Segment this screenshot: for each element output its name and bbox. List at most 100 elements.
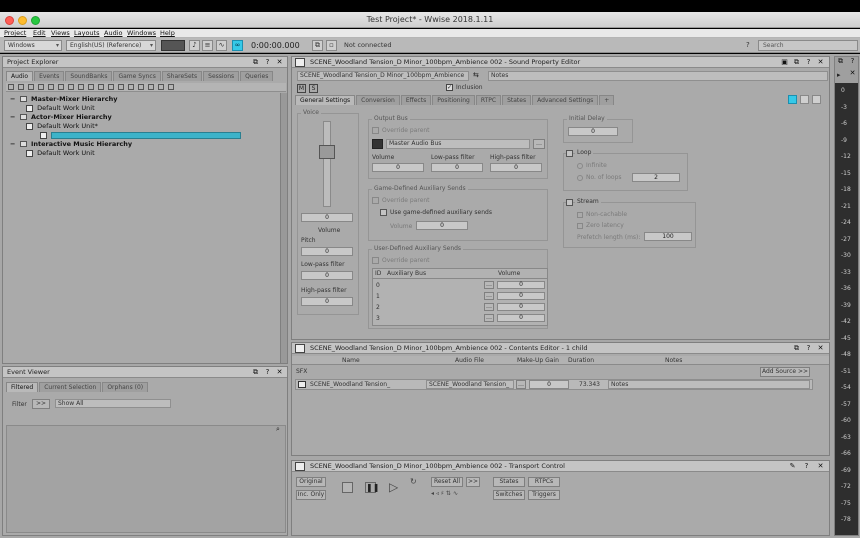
tab-conversion[interactable]: Conversion [356,95,400,105]
tab-events[interactable]: Events [34,71,65,81]
tab-rtpc[interactable]: RTPC [475,95,502,105]
panel-help-icon[interactable]: ? [263,58,272,67]
panel-help-icon[interactable]: ? [802,462,811,471]
aux-bus-icon[interactable] [158,84,164,90]
aux-browse-button[interactable]: … [484,314,494,322]
non-cachable-checkbox[interactable] [577,212,583,218]
aux-browse-button[interactable]: … [484,281,494,289]
meter-settings-icon[interactable]: ▸ [837,71,841,79]
audio-bus-icon[interactable] [148,84,154,90]
tab-positioning[interactable]: Positioning [432,95,475,105]
tab-general-settings[interactable]: General Settings [295,95,356,105]
loop-infinite-radio[interactable] [577,163,583,169]
layout-three-icon[interactable] [812,95,821,104]
soundcaster-icon[interactable]: ♪ [189,40,200,51]
menu-help[interactable]: Help [160,29,175,38]
random-container-icon[interactable] [38,84,44,90]
tab-sharesets[interactable]: ShareSets [161,71,203,81]
capture-link-icon[interactable]: ∞ [232,40,243,51]
aux-volume-value[interactable]: 0 [497,314,545,322]
pause-button[interactable]: ❚❚ [365,482,379,493]
col-notes[interactable]: Notes [665,357,682,364]
collapse-icon[interactable]: − [10,140,15,148]
panel-close-icon[interactable]: ✕ [275,368,284,377]
initial-delay-value[interactable]: 0 [568,127,618,136]
voice-lpf-value[interactable]: 0 [301,271,353,280]
tree-item-interactive-music[interactable]: − Interactive Music Hierarchy [8,140,286,149]
game-aux-override-checkbox[interactable] [372,197,379,204]
panel-help-icon[interactable]: ? [848,57,857,66]
switch-container-icon[interactable] [58,84,64,90]
col-audio-file[interactable]: Audio File [455,357,484,364]
aux-volume-value[interactable]: 0 [497,292,545,300]
tree-item-actor-mixer-work-unit[interactable]: Default Work Unit* [8,122,286,131]
tree-item-interactive-music-work-unit[interactable]: Default Work Unit [8,149,286,158]
output-hpf-value[interactable]: 0 [490,163,542,172]
music-playlist-icon[interactable] [118,84,124,90]
menu-project[interactable]: Project [4,29,26,38]
tab-add[interactable]: + [599,95,615,105]
folder-icon[interactable] [88,84,94,90]
panel-close-icon[interactable]: ✕ [275,58,284,67]
output-lpf-value[interactable]: 0 [431,163,483,172]
panel-help-icon[interactable]: ? [804,58,813,67]
menu-audio[interactable]: Audio [104,29,122,38]
remote-connect-icon[interactable]: ⧉ [312,40,323,51]
layout-dropdown[interactable]: Windows [4,40,62,51]
transport-effect-icons[interactable]: ◂◃♯⇅∿ [431,490,460,497]
triggers-button[interactable]: Triggers [528,490,560,500]
menu-views[interactable]: Views [51,29,70,38]
actor-mixer-icon[interactable] [78,84,84,90]
more-button[interactable]: >> [466,477,480,487]
panel-help-icon[interactable]: ? [804,344,813,353]
float-icon[interactable]: ⧉ [251,368,260,377]
output-bus-field[interactable]: Master Audio Bus [386,139,530,149]
original-button[interactable]: Original [296,477,326,487]
tree-item-actor-mixer[interactable]: − Actor-Mixer Hierarchy [8,113,286,122]
panel-close-icon[interactable]: ✕ [848,69,857,78]
menu-windows[interactable]: Windows [127,29,156,38]
new-object-icon[interactable] [8,84,14,90]
inc-only-button[interactable]: Inc. Only [296,490,326,500]
output-bus-browse-button[interactable]: … [533,139,545,149]
tree-item-master-mixer-work-unit[interactable]: Default Work Unit [8,104,286,113]
loop-count-value[interactable]: 2 [632,173,680,182]
tab-game-syncs[interactable]: Game Syncs [113,71,161,81]
float-icon[interactable]: ⧉ [792,344,801,353]
filter-input[interactable]: Show All [55,399,171,408]
layout-two-icon[interactable] [800,95,809,104]
menu-layouts[interactable]: Layouts [74,29,99,38]
output-override-checkbox[interactable] [372,127,379,134]
tab-filtered[interactable]: Filtered [6,382,39,392]
stop-button[interactable] [342,482,353,493]
loop-checkbox[interactable] [566,150,573,157]
output-volume-value[interactable]: 0 [372,163,424,172]
lock-icon[interactable]: ▣ [780,58,789,67]
tab-queries[interactable]: Queries [240,71,274,81]
tab-effects[interactable]: Effects [400,95,432,105]
mute-toggle[interactable]: M [297,84,306,93]
find-icon[interactable] [168,84,174,90]
content-row[interactable]: SCENE_Woodland Tension_ SCENE_Woodland T… [295,379,813,390]
share-icon[interactable]: ⇆ [473,71,479,79]
panel-close-icon[interactable]: ✕ [816,344,825,353]
game-aux-volume-value[interactable]: 0 [416,221,468,230]
inclusion-checkbox[interactable]: ✓ [446,84,453,91]
voice-volume-slider[interactable] [323,121,331,207]
pitch-value[interactable]: 0 [301,247,353,256]
search-icon[interactable]: ⌕ [276,425,280,434]
zero-latency-checkbox[interactable] [577,223,583,229]
notes-field[interactable]: Notes [488,71,828,81]
voice-volume-thumb[interactable] [319,145,335,159]
music-segment-icon[interactable] [128,84,134,90]
tree-item-master-mixer[interactable]: − Master-Mixer Hierarchy [8,95,286,104]
tab-sessions[interactable]: Sessions [203,71,240,81]
prefetch-value[interactable]: 100 [644,232,692,241]
tab-advanced-settings[interactable]: Advanced Settings [532,95,599,105]
play-button[interactable]: ▷ [389,481,398,493]
object-name-field[interactable]: SCENE_Woodland Tension_D Minor_100bpm_Am… [297,71,469,81]
tab-orphans[interactable]: Orphans (0) [102,382,149,392]
sequence-container-icon[interactable] [48,84,54,90]
content-row-file[interactable]: SCENE_Woodland Tension_ [426,380,514,389]
switches-button[interactable]: Switches [493,490,525,500]
